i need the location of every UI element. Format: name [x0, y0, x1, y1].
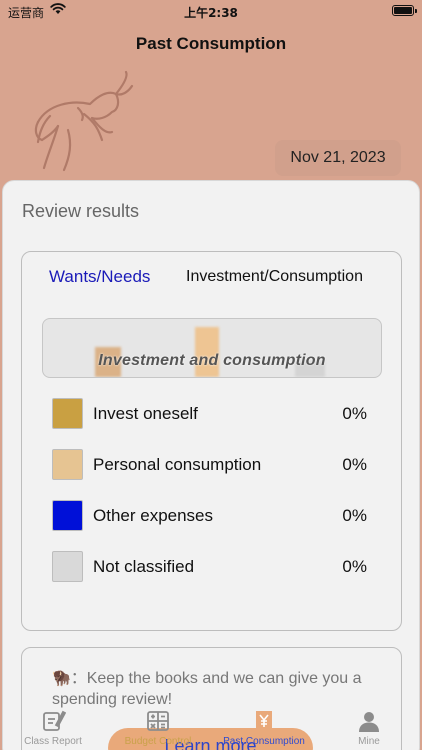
review-tabs: Wants/Needs Investment/Consumption [22, 267, 401, 291]
legend-swatch-other-expenses [52, 500, 83, 531]
legend: Invest oneself 0% Personal consumption 0… [52, 398, 372, 602]
date-selector[interactable]: Nov 21, 2023 [275, 140, 401, 176]
tip-message: 🦬：Keep the books and we can give you a s… [52, 668, 382, 710]
legend-row: Personal consumption 0% [52, 449, 372, 500]
tab-label: Budget Control [124, 736, 192, 747]
tip-text: ：Keep the books and we can give you a sp… [52, 670, 362, 708]
consumption-chart: Investment and consumption [42, 318, 382, 378]
tab-investment-consumption[interactable]: Investment/Consumption [186, 268, 363, 286]
calculator-icon [147, 711, 169, 731]
status-bar: 运营商 上午2:38 [0, 0, 422, 24]
chart-caption: Investment and consumption [98, 352, 326, 369]
legend-percent: 0% [342, 404, 367, 423]
tab-label: Class Report [24, 736, 82, 747]
tab-past-consumption[interactable]: Past Consumption [214, 706, 314, 748]
battery-icon [392, 5, 417, 16]
legend-row: Other expenses 0% [52, 500, 372, 551]
tab-budget-control[interactable]: Budget Control [108, 706, 208, 748]
legend-label: Personal consumption [93, 455, 262, 474]
clock: 上午2:38 [184, 6, 238, 20]
legend-label: Invest oneself [93, 404, 198, 423]
person-icon [359, 712, 379, 732]
legend-row: Invest oneself 0% [52, 398, 372, 449]
tab-label: Mine [358, 736, 380, 747]
tab-class-report[interactable]: Class Report [3, 706, 103, 748]
legend-percent: 0% [342, 557, 367, 576]
bison-icon: 🦬 [52, 670, 71, 687]
legend-percent: 0% [342, 455, 367, 474]
tab-mine[interactable]: Mine [319, 706, 419, 748]
panel-title: Review results [22, 201, 140, 221]
legend-swatch-invest-oneself [52, 398, 83, 429]
legend-swatch-not-classified [52, 551, 83, 582]
legend-percent: 0% [342, 506, 367, 525]
review-card: Wants/Needs Investment/Consumption Inves… [21, 251, 402, 631]
page-title: Past Consumption [135, 34, 287, 53]
edit-icon [43, 710, 66, 731]
legend-swatch-personal-consumption [52, 449, 83, 480]
yen-receipt-icon [256, 711, 272, 731]
tab-label: Past Consumption [223, 736, 305, 747]
legend-label: Other expenses [93, 506, 214, 525]
tab-wants-needs[interactable]: Wants/Needs [49, 267, 150, 287]
tab-bar: Class Report Budget Control Past Consump… [0, 706, 422, 750]
legend-row: Not classified 0% [52, 551, 372, 602]
review-panel: Review results Wants/Needs Investment/Co… [2, 180, 420, 750]
bull-icon [34, 70, 134, 172]
legend-label: Not classified [93, 557, 195, 576]
